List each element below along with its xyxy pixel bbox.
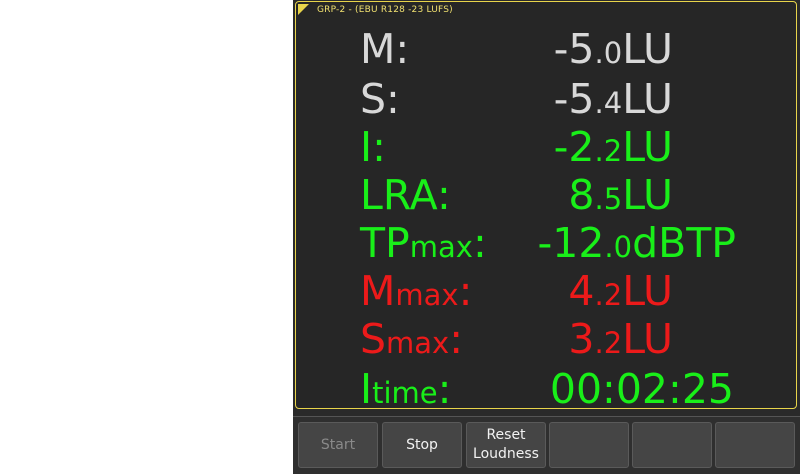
momentary-max-unit: LU [622,267,673,315]
momentary-max-value: 4 [568,267,595,315]
empty-button-3[interactable] [715,422,795,468]
momentary-value: -5 [553,25,595,73]
momentary-label: M [360,25,396,73]
meter-title: GRP-2 - (EBU R128 -23 LUFS) [317,5,453,15]
momentary-max-row: Mmax: 4.2LU [360,267,673,315]
short-term-max-row: Smax: 3.2LU [360,315,673,363]
lra-value: 8 [568,171,595,219]
momentary-row: M: -5.0LU [360,25,673,73]
loudness-display: GRP-2 - (EBU R128 -23 LUFS) M: -5.0LU S:… [295,1,797,409]
short-term-max-value: 3 [568,315,595,363]
empty-button-1[interactable] [549,422,629,468]
short-term-row: S: -5.4LU [360,75,673,123]
short-term-max-unit: LU [622,315,673,363]
short-term-max-label: S [360,315,387,363]
integration-time-value: 00:02:25 [549,365,734,409]
integration-time-row: Itime: 00:02:25 [360,364,734,409]
reset-loudness-button[interactable]: Reset Loudness [466,422,546,468]
true-peak-max-value: -12 [537,219,605,267]
momentary-max-label: M [360,267,396,315]
integrated-value: -2 [553,123,595,171]
integrated-row: I: -2.2LU [360,123,673,171]
lra-row: LRA: 8.5LU [360,171,673,219]
lra-unit: LU [622,171,673,219]
start-button[interactable]: Start [298,422,378,468]
integration-time-label: I [360,365,373,409]
loudness-meter-window: GRP-2 - (EBU R128 -23 LUFS) M: -5.0LU S:… [293,0,800,474]
short-term-unit: LU [622,75,673,123]
button-bar: Start Stop Reset Loudness [293,416,800,474]
integrated-label: I [360,123,373,171]
stop-button[interactable]: Stop [382,422,462,468]
empty-button-2[interactable] [632,422,712,468]
momentary-unit: LU [622,25,673,73]
true-peak-max-row: TPmax: -12.0dBTP [360,219,736,267]
short-term-value: -5 [553,75,595,123]
true-peak-max-unit: dBTP [632,219,736,267]
short-term-label: S [360,75,387,123]
corner-triangle-icon [298,4,309,15]
true-peak-max-label: TP [360,219,410,267]
integrated-unit: LU [622,123,673,171]
lra-label: LRA [360,171,437,219]
